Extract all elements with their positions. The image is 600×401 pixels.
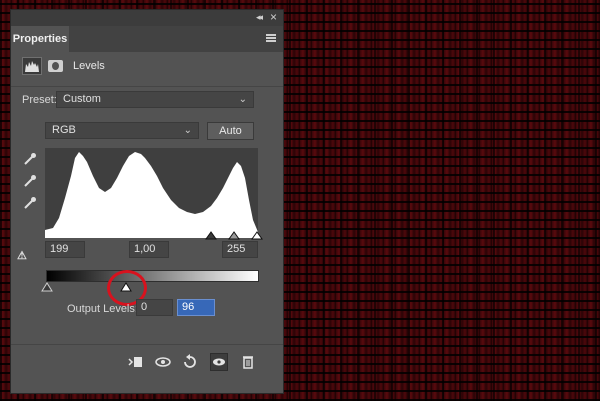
trash-icon[interactable] — [239, 353, 257, 371]
footer-divider — [11, 344, 283, 345]
output-white-field[interactable]: 96 — [177, 299, 215, 316]
output-black-field[interactable]: 0 — [136, 299, 173, 316]
view-previous-state-icon[interactable] — [154, 353, 172, 371]
output-black-slider — [41, 282, 53, 292]
properties-panel: ◂◂ × Properties Levels Preset: Custom ⌄ … — [10, 9, 284, 394]
output-slider-track — [41, 282, 132, 292]
output-levels-label: Output Levels: — [67, 303, 138, 315]
reset-icon[interactable] — [181, 353, 199, 371]
clip-to-layer-icon[interactable] — [127, 353, 145, 371]
visibility-eye-icon[interactable] — [210, 353, 228, 371]
